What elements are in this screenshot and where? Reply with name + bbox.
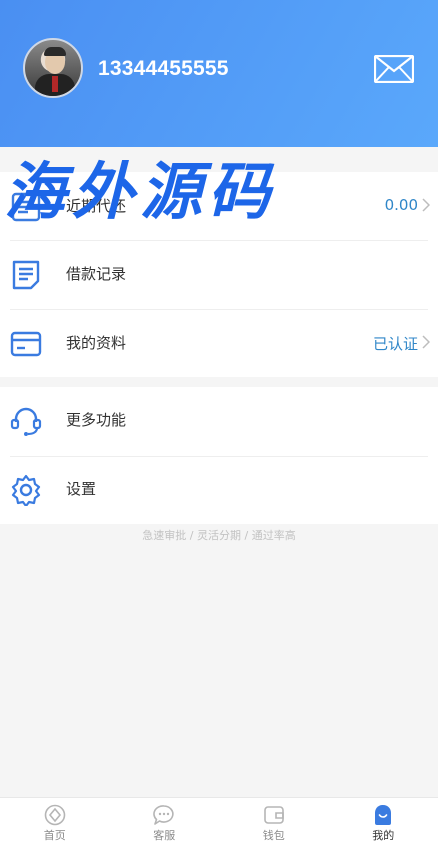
menu-item-label: 借款记录: [66, 265, 127, 283]
headset-icon: [10, 407, 42, 436]
menu-item-my-profile[interactable]: 我的资料 已认证: [0, 310, 438, 378]
menu-item-label: 更多功能: [66, 411, 127, 429]
verification-status: 已认证: [372, 335, 418, 353]
menu-item-label: 设置: [66, 480, 97, 498]
home-icon: [44, 804, 66, 826]
tab-home[interactable]: 首页: [0, 798, 110, 843]
tab-label: 我的: [372, 829, 395, 842]
menu-card-secondary: 更多功能 设置: [0, 387, 438, 524]
profile-header: 13344455555: [0, 0, 438, 147]
menu-item-more-features[interactable]: 更多功能: [0, 387, 438, 455]
mail-icon[interactable]: [374, 55, 414, 83]
chevron-right-icon: [422, 198, 430, 212]
slogan-text: 急速审批 / 灵活分期 / 通过率高: [142, 529, 296, 542]
gear-icon: [11, 474, 41, 506]
document-icon: [12, 260, 40, 290]
bottom-tab-bar: 首页 客服 钱包 我的: [0, 797, 438, 843]
wallet-icon: [263, 806, 284, 824]
tab-mine[interactable]: 我的: [329, 798, 438, 843]
tab-wallet[interactable]: 钱包: [219, 798, 329, 843]
chevron-right-icon: [422, 335, 430, 349]
menu-item-loan-records[interactable]: 借款记录: [0, 241, 438, 309]
tab-label: 客服: [153, 829, 176, 842]
chat-icon: [153, 805, 174, 825]
tab-customer-service[interactable]: 客服: [110, 798, 220, 843]
repayment-amount: 0.00: [384, 196, 418, 214]
watermark-text: 海外源码: [4, 155, 277, 228]
tab-label: 钱包: [262, 829, 285, 842]
menu-item-label: 我的资料: [66, 334, 127, 352]
user-icon: [375, 805, 392, 825]
tab-label: 首页: [43, 829, 66, 842]
card-icon: [10, 331, 42, 357]
menu-item-settings[interactable]: 设置: [0, 456, 438, 524]
avatar[interactable]: [23, 38, 83, 98]
phone-number: 13344455555: [98, 57, 229, 80]
